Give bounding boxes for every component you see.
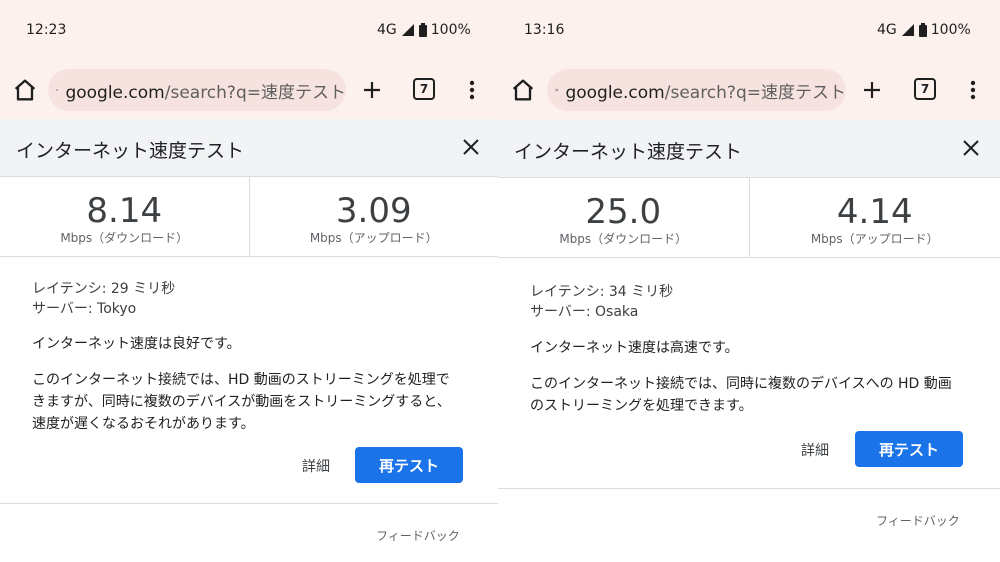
url-path: /search?q=速度テスト bbox=[164, 82, 346, 103]
download-value: 8.14 bbox=[86, 191, 163, 231]
divider bbox=[0, 503, 498, 504]
url-host: google.com bbox=[65, 82, 165, 103]
retest-button[interactable]: 再テスト bbox=[355, 447, 463, 483]
download-value: 25.0 bbox=[585, 192, 662, 232]
speedtest-title: インターネット速度テスト bbox=[514, 141, 743, 163]
signal-icon bbox=[401, 24, 414, 36]
network-type: 4G bbox=[377, 22, 397, 38]
more-menu-icon[interactable] bbox=[970, 80, 976, 100]
battery-icon bbox=[418, 23, 427, 37]
url-text: google.com/search?q=速度テスト bbox=[65, 78, 346, 103]
site-settings-icon[interactable] bbox=[555, 80, 559, 100]
more-menu-icon[interactable] bbox=[469, 80, 475, 100]
speed-results: 25.0 Mbps（ダウンロード） 4.14 Mbps（アップロード） bbox=[498, 178, 1000, 258]
battery-icon bbox=[918, 23, 927, 37]
feedback-link[interactable]: フィードバック bbox=[876, 512, 960, 529]
url-host: google.com bbox=[565, 82, 665, 103]
browser-chrome: 13:16 4G 100% google.com/search?q=速度テスト … bbox=[498, 0, 1000, 120]
battery-level: 100% bbox=[930, 22, 971, 38]
upload-unit: Mbps（アップロード） bbox=[810, 232, 939, 246]
latency-text: レイテンシ: 34 ミリ秒 bbox=[530, 284, 674, 300]
test-info: レイテンシ: 29 ミリ秒 サーバー: Tokyo bbox=[32, 279, 175, 319]
new-tab-icon[interactable] bbox=[360, 78, 384, 102]
download-result: 25.0 Mbps（ダウンロード） bbox=[498, 178, 749, 257]
network-type: 4G bbox=[877, 22, 897, 38]
retest-button[interactable]: 再テスト bbox=[855, 431, 963, 467]
tab-switcher-button[interactable]: 7 bbox=[413, 78, 435, 100]
speedtest-header: インターネット速度テスト bbox=[498, 120, 1000, 178]
upload-value: 3.09 bbox=[335, 191, 412, 231]
download-unit: Mbps（ダウンロード） bbox=[559, 232, 688, 246]
status-time: 13:16 bbox=[524, 22, 565, 38]
status-time: 12:23 bbox=[26, 22, 67, 38]
upload-unit: Mbps（アップロード） bbox=[309, 231, 438, 245]
upload-result: 4.14 Mbps（アップロード） bbox=[748, 178, 1000, 257]
speed-verdict: インターネット速度は良好です。 bbox=[32, 336, 241, 352]
url-path: /search?q=速度テスト bbox=[664, 82, 846, 103]
speed-description: このインターネット接続では、HD 動画のストリーミングを処理で きますが、同時に… bbox=[32, 369, 451, 435]
speed-results: 8.14 Mbps（ダウンロード） 3.09 Mbps（アップロード） bbox=[0, 177, 498, 257]
speedtest-header: インターネット速度テスト bbox=[0, 119, 498, 177]
status-indicators: 4G 100% bbox=[877, 22, 971, 38]
signal-icon bbox=[901, 24, 914, 36]
description-line: このインターネット接続では、HD 動画のストリーミングを処理で bbox=[32, 372, 450, 388]
site-settings-icon[interactable] bbox=[56, 80, 59, 100]
status-indicators: 4G 100% bbox=[377, 22, 471, 38]
details-link[interactable]: 詳細 bbox=[302, 456, 330, 476]
url-text: google.com/search?q=速度テスト bbox=[565, 78, 846, 103]
details-link[interactable]: 詳細 bbox=[801, 440, 829, 460]
url-bar[interactable]: google.com/search?q=速度テスト bbox=[48, 69, 346, 111]
close-icon[interactable] bbox=[460, 136, 482, 158]
upload-result: 3.09 Mbps（アップロード） bbox=[248, 177, 499, 256]
speed-description: このインターネット接続では、同時に複数のデバイスへの HD 動画 のストリーミン… bbox=[530, 373, 952, 417]
speedtest-title: インターネット速度テスト bbox=[16, 140, 245, 162]
browser-chrome: 12:23 4G 100% google.com/search?q=速度テスト … bbox=[0, 0, 498, 120]
description-line: のストリーミングを処理できます。 bbox=[530, 398, 753, 414]
server-text: サーバー: Osaka bbox=[530, 304, 639, 320]
latency-text: レイテンシ: 29 ミリ秒 bbox=[32, 281, 176, 297]
home-icon[interactable] bbox=[11, 76, 39, 104]
home-icon[interactable] bbox=[509, 76, 537, 104]
divider bbox=[498, 488, 1000, 489]
download-unit: Mbps（ダウンロード） bbox=[60, 231, 189, 245]
server-text: サーバー: Tokyo bbox=[32, 301, 137, 317]
test-info: レイテンシ: 34 ミリ秒 サーバー: Osaka bbox=[530, 282, 673, 322]
tab-switcher-button[interactable]: 7 bbox=[914, 78, 936, 100]
description-line: 速度が遅くなるおそれがあります。 bbox=[32, 416, 255, 432]
speed-verdict: インターネット速度は高速です。 bbox=[530, 340, 739, 356]
right-screenshot: 13:16 4G 100% google.com/search?q=速度テスト … bbox=[498, 0, 1000, 562]
new-tab-icon[interactable] bbox=[860, 78, 884, 102]
left-screenshot: 12:23 4G 100% google.com/search?q=速度テスト … bbox=[0, 0, 498, 562]
upload-value: 4.14 bbox=[836, 192, 913, 232]
description-line: このインターネット接続では、同時に複数のデバイスへの HD 動画 bbox=[530, 376, 952, 392]
description-line: きますが、同時に複数のデバイスが動画をストリーミングすると、 bbox=[32, 394, 451, 410]
battery-level: 100% bbox=[430, 22, 471, 38]
download-result: 8.14 Mbps（ダウンロード） bbox=[0, 177, 249, 256]
close-icon[interactable] bbox=[960, 137, 982, 159]
feedback-link[interactable]: フィードバック bbox=[376, 527, 460, 544]
url-bar[interactable]: google.com/search?q=速度テスト bbox=[547, 69, 846, 111]
